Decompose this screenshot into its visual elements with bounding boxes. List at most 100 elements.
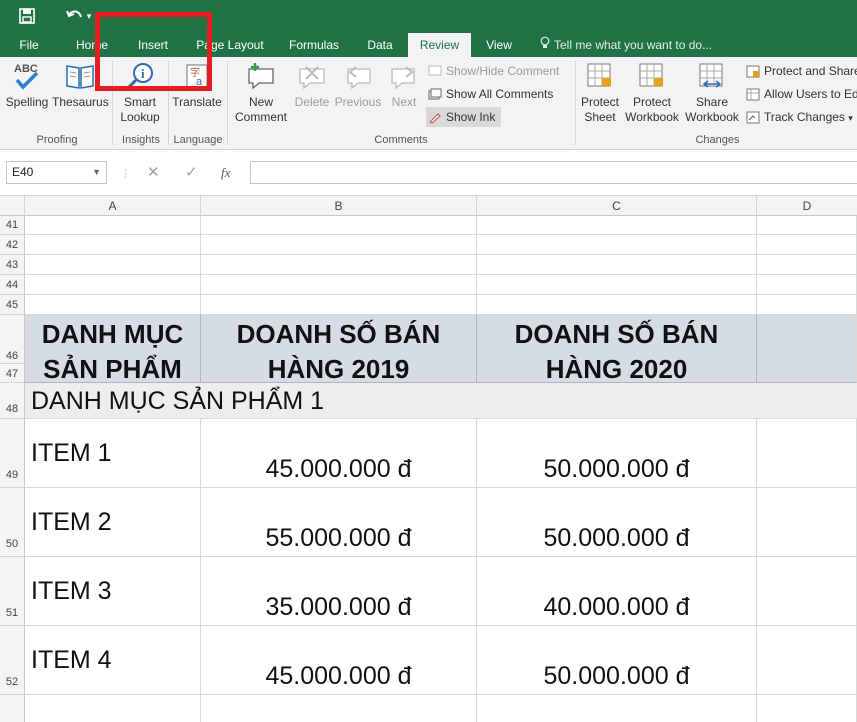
sales-2019-cell[interactable]: 45.000.000 đ [201,626,477,695]
tab-review[interactable]: Review [408,33,471,57]
header-cell-sales-2020[interactable]: DOANH SỐ BÁN HÀNG 2020 [477,315,757,384]
empty-cell[interactable] [757,488,857,557]
cell-a44[interactable] [25,275,201,295]
item-name-cell[interactable]: ITEM 4 [25,626,201,695]
sales-2020-cell[interactable]: 50.000.000 đ [477,419,757,488]
tell-me-search[interactable]: Tell me what you want to do... [540,33,712,57]
row-header-47[interactable]: 47 [0,364,25,383]
previous-comment-button[interactable]: Previous [334,61,382,110]
undo-icon[interactable]: ▾ [58,5,98,27]
cell-d45[interactable] [757,295,857,315]
tab-formulas[interactable]: Formulas [282,33,346,57]
row-header-42[interactable]: 42 [0,235,25,255]
track-changes-label: Track Changes [764,110,845,124]
name-box-value: E40 [12,165,34,179]
cancel-icon[interactable]: ✕ [147,163,160,181]
row-header-41[interactable]: 41 [0,216,25,235]
cell-a42[interactable] [25,235,201,255]
protect-sheet-button[interactable]: Protect Sheet [578,61,622,125]
empty-cell[interactable] [757,695,857,722]
share-workbook-button[interactable]: Share Workbook [683,61,741,125]
delete-comment-button[interactable]: Delete [292,61,332,110]
header-cell-d[interactable] [757,315,857,383]
name-box[interactable]: E40 ▼ [6,161,107,184]
item-name-cell[interactable]: ITEM 1 [25,419,201,488]
cell-b43[interactable] [201,255,477,275]
cell-a45[interactable] [25,295,201,315]
cell-a43[interactable] [25,255,201,275]
cell-b44[interactable] [201,275,477,295]
empty-cell[interactable] [201,695,477,722]
enter-icon[interactable]: ✓ [185,163,198,181]
cell-c43[interactable] [477,255,757,275]
cell-c44[interactable] [477,275,757,295]
column-header-d[interactable]: D [757,196,857,216]
cell-b42[interactable] [201,235,477,255]
cell-c42[interactable] [477,235,757,255]
tab-file[interactable]: File [10,33,48,57]
sales-2019-cell[interactable]: 35.000.000 đ [201,557,477,626]
header-cell-sales-2019[interactable]: DOANH SỐ BÁN HÀNG 2019 [201,315,477,384]
sales-2019-cell[interactable]: 55.000.000 đ [201,488,477,557]
category-row[interactable]: DANH MỤC SẢN PHẨM 1 [25,383,857,419]
row-header-44[interactable]: 44 [0,275,25,295]
column-header-b[interactable]: B [201,196,477,216]
protect-sheet-label-2: Sheet [584,110,616,124]
column-header-a[interactable]: A [25,196,201,216]
row-header-45[interactable]: 45 [0,295,25,315]
cell-b45[interactable] [201,295,477,315]
sales-2020-cell[interactable]: 40.000.000 đ [477,557,757,626]
protect-workbook-button[interactable]: Protect Workbook [623,61,681,125]
protect-workbook-label-2: Workbook [625,110,679,124]
chevron-down-icon[interactable]: ▼ [92,162,101,183]
next-comment-button[interactable]: Next [386,61,422,110]
sales-2020-cell[interactable]: 50.000.000 đ [477,488,757,557]
sales-2020-cell[interactable]: 50.000.000 đ [477,626,757,695]
row-header-49[interactable]: 49 [0,419,25,488]
row-header-51[interactable]: 51 [0,557,25,626]
insert-function-icon[interactable]: fx [221,165,230,181]
show-ink-label: Show Ink [446,110,496,124]
show-ink-button[interactable]: Show Ink [426,107,502,127]
show-all-comments-button[interactable]: Show All Comments [426,84,553,104]
protect-sheet-label-1: Protect [580,95,619,109]
allow-users-button[interactable]: Allow Users to Edi [744,84,857,104]
sales-2019-cell[interactable]: 45.000.000 đ [201,419,477,488]
cell-d42[interactable] [757,235,857,255]
tab-view[interactable]: View [478,33,520,57]
cell-b41[interactable] [201,216,477,235]
spelling-button[interactable]: ABC Spelling [4,61,50,110]
cell-d43[interactable] [757,255,857,275]
track-changes-button[interactable]: Track Changes ▾ [744,107,853,127]
cell-d44[interactable] [757,275,857,295]
empty-cell[interactable] [25,695,201,722]
protect-and-share-button[interactable]: Protect and Share [744,61,857,81]
row-header-50[interactable]: 50 [0,488,25,557]
row-header-53[interactable] [0,695,25,722]
empty-cell[interactable] [757,626,857,695]
changes-group-label: Changes [695,134,740,146]
tab-data[interactable]: Data [358,33,402,57]
row-header-48[interactable]: 48 [0,383,25,419]
cell-c41[interactable] [477,216,757,235]
cell-d41[interactable] [757,216,857,235]
empty-cell[interactable] [757,419,857,488]
new-comment-button[interactable]: New Comment [232,61,290,125]
show-hide-comment-button[interactable]: Show/Hide Comment [426,61,559,81]
header-cell-category[interactable]: DANH MỤC SẢN PHẨM [25,315,201,384]
empty-cell[interactable] [757,557,857,626]
select-all-corner[interactable] [0,196,25,216]
cell-c45[interactable] [477,295,757,315]
save-icon[interactable] [14,5,40,27]
row-header-43[interactable]: 43 [0,255,25,275]
formula-input[interactable] [250,161,857,184]
column-header-c[interactable]: C [477,196,757,216]
language-group-label: Language [173,134,223,146]
row-header-52[interactable]: 52 [0,626,25,695]
delete-comment-icon [296,61,328,91]
cell-a41[interactable] [25,216,201,235]
item-name-cell[interactable]: ITEM 2 [25,488,201,557]
item-name-cell[interactable]: ITEM 3 [25,557,201,626]
row-header-46[interactable]: 46 [0,315,25,364]
empty-cell[interactable] [477,695,757,722]
